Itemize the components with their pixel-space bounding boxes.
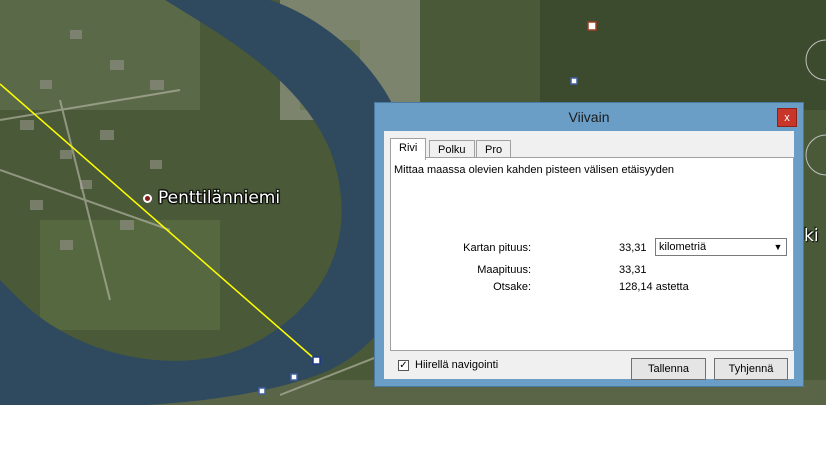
close-button[interactable]: x [777, 108, 797, 127]
heading-value: 128,14 astetta [619, 281, 689, 293]
tool-description: Mittaa maassa olevien kahden pisteen väl… [394, 164, 675, 176]
place-marker-icon[interactable] [143, 194, 152, 203]
tab-panel: Mittaa maassa olevien kahden pisteen väl… [390, 157, 794, 351]
edge-place-label: ki [804, 226, 819, 246]
ground-length-label: Maapituus: [477, 264, 531, 276]
mouse-nav-checkbox[interactable]: ✓ [398, 360, 409, 371]
mouse-nav-label[interactable]: Hiirellä navigointi [415, 359, 498, 371]
clear-button[interactable]: Tyhjennä [714, 358, 788, 380]
unit-select[interactable]: kilometriä ▼ [655, 238, 787, 256]
tab-rivi[interactable]: Rivi [390, 138, 427, 160]
measure-endpoint-marker [312, 356, 321, 365]
place-label[interactable]: Penttilänniemi [158, 188, 280, 208]
save-button[interactable]: Tallenna [631, 358, 706, 380]
tab-pro[interactable]: Pro [476, 140, 512, 158]
ruler-dialog: Viivain x Rivi Polku Pro Mittaa maassa o… [374, 102, 804, 387]
map-length-label: Kartan pituus: [463, 242, 531, 254]
unit-select-value: kilometriä [659, 241, 707, 253]
ground-length-value: 33,31 [619, 264, 647, 276]
dialog-title: Viivain [568, 109, 610, 125]
tab-polku[interactable]: Polku [429, 140, 475, 158]
dialog-client: Rivi Polku Pro Mittaa maassa olevien kah… [384, 131, 794, 380]
dialog-bottom-bar: ✓ Hiirellä navigointi Tallenna Tyhjennä [390, 351, 794, 380]
dialog-titlebar[interactable]: Viivain x [375, 103, 803, 131]
map-length-value: 33,31 [619, 242, 647, 254]
chevron-down-icon[interactable]: ▼ [770, 239, 786, 255]
heading-label: Otsake: [493, 281, 531, 293]
